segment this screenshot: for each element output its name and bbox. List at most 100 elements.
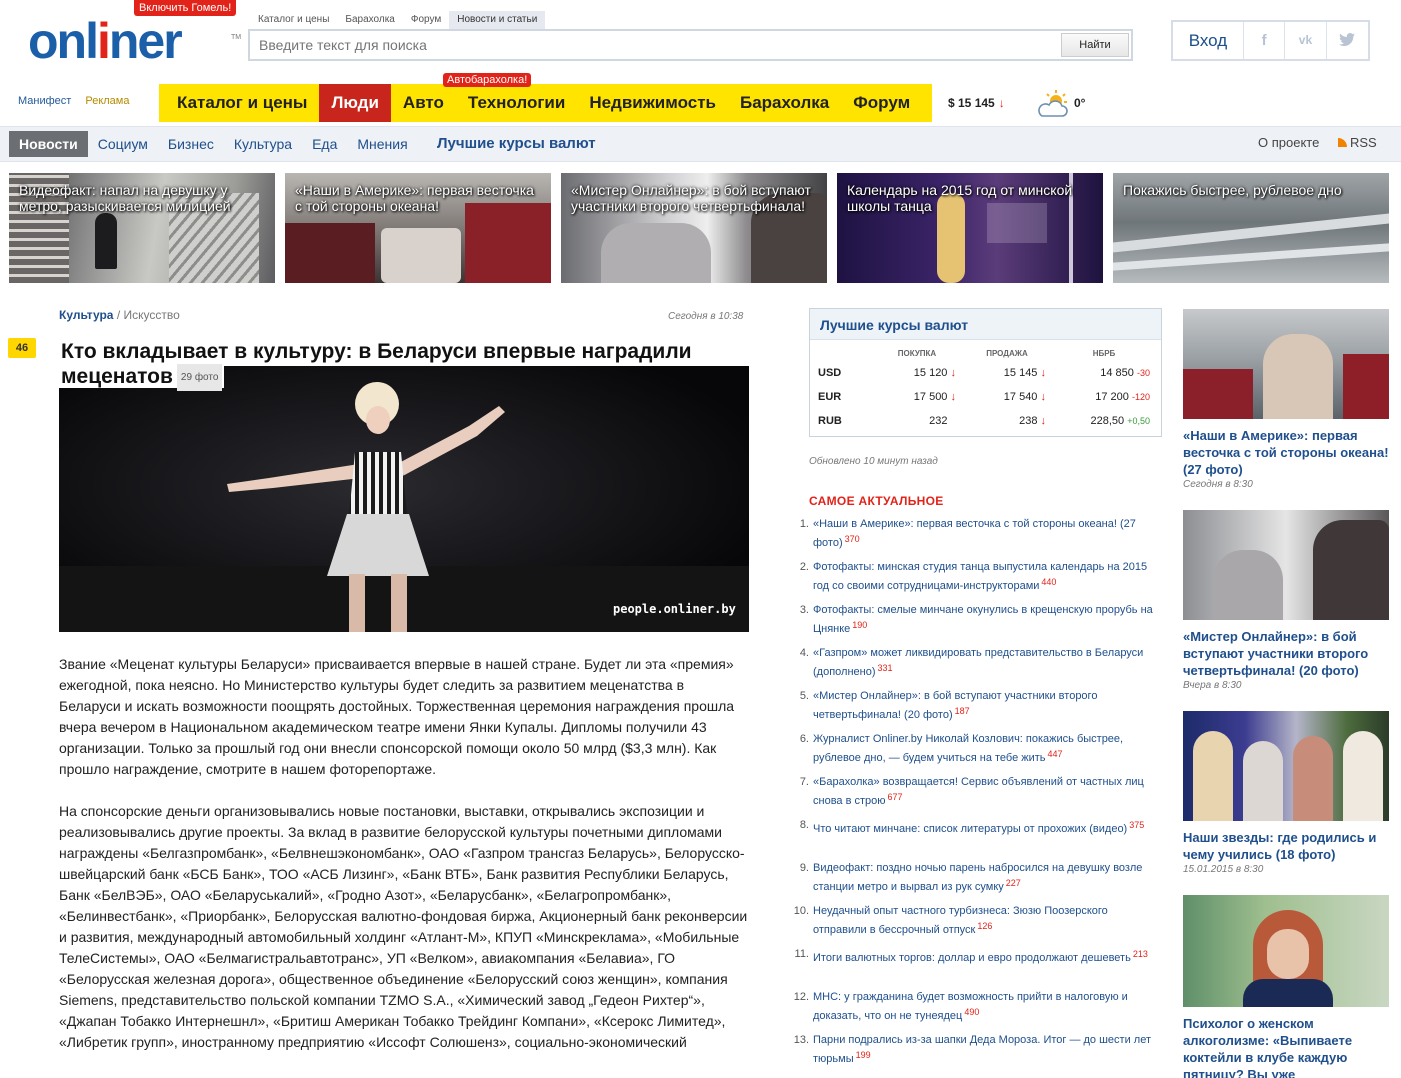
currency-row-rub: RUB 232 ↓ 238 ↓ 228,50 +0,50 xyxy=(818,415,1150,427)
side-story-3[interactable]: Наши звезды: где родились и чему учились… xyxy=(1183,711,1389,875)
tab-culture[interactable]: Культура xyxy=(224,131,302,157)
nav-people[interactable]: Люди xyxy=(319,84,391,122)
actual-item-text: Парни подрались из-за шапки Деда Мороза.… xyxy=(813,1034,1151,1065)
actual-item[interactable]: 7. «Барахолка» возвращается! Сервис объяв… xyxy=(793,775,1160,807)
nav-realty[interactable]: Недвижимость xyxy=(577,84,728,122)
nav-catalog[interactable]: Каталог и цены xyxy=(159,84,319,122)
rss-link[interactable]: RSS xyxy=(1338,135,1377,150)
news-nav: Новости Социум Бизнес Культура Еда Мнени… xyxy=(0,126,1401,162)
col-buy: ПОКУПКА xyxy=(897,348,937,358)
logo-wordmark: onliner xyxy=(28,13,183,69)
vk-icon[interactable]: vk xyxy=(1285,22,1327,59)
actual-item[interactable]: 6. Журналист Onliner.by Николай Козлович:… xyxy=(793,732,1160,764)
photo-count-badge[interactable]: 29 фото xyxy=(176,364,223,391)
actual-item-text: «Наши в Америке»: первая весточка с той … xyxy=(813,518,1136,549)
breadcrumb-section[interactable]: Культура xyxy=(59,308,113,322)
search-tabs: Каталог и цены Барахолка Форум Новости и… xyxy=(250,11,546,29)
onliner-logo[interactable]: onliner TM xyxy=(28,13,241,69)
tab-food[interactable]: Еда xyxy=(302,131,347,157)
actual-item-comments: 227 xyxy=(1005,878,1021,888)
side-story-2[interactable]: «Мистер Онлайнер»: в бой вступают участн… xyxy=(1183,510,1389,691)
actual-item-number: 8. xyxy=(799,819,809,831)
actual-item[interactable]: 2. Фотофакты: минская студия танца выпуст… xyxy=(793,560,1160,592)
article-paragraph-2: На спонсорские деньги организовывались н… xyxy=(59,803,748,1050)
actual-item-text: Что читают минчане: список литературы от… xyxy=(813,820,1145,835)
page: onliner TM Включить Гомель! Каталог и це… xyxy=(0,0,1401,1078)
article-paragraph-1: Звание «Меценат культуры Беларуси» присв… xyxy=(59,656,735,777)
tile-caption: «Наши в Америке»: первая весточка с той … xyxy=(295,182,534,214)
comments-count-badge[interactable]: 46 xyxy=(8,338,36,358)
cloudy-sun-icon[interactable] xyxy=(1036,88,1070,122)
side-story-1[interactable]: «Наши в Америке»: первая весточка с той … xyxy=(1183,309,1389,490)
side-story-4[interactable]: Психолог о женском алкоголизме: «Выпивае… xyxy=(1183,895,1389,1078)
tab-business[interactable]: Бизнес xyxy=(158,131,224,157)
article-hero-image[interactable] xyxy=(59,366,749,632)
tile-news-3[interactable]: «Мистер Онлайнер»: в бой вступают участн… xyxy=(561,173,827,283)
currency-row-usd: USD 15 120 ↓ 15 145 ↓ 14 850 -30 xyxy=(818,367,1150,379)
search-input[interactable] xyxy=(250,31,1062,59)
nav-forum[interactable]: Форум xyxy=(841,84,922,122)
ads-link[interactable]: Реклама xyxy=(85,95,129,107)
side-story-image xyxy=(1183,895,1389,1007)
twitter-icon[interactable] xyxy=(1327,22,1368,59)
actual-item[interactable]: 4. «Газпром» может ликвидировать представ… xyxy=(793,646,1160,678)
actual-item-number: 11. xyxy=(794,948,809,960)
actual-item-comments: 375 xyxy=(1129,820,1145,830)
tab-opinions[interactable]: Мнения xyxy=(347,131,417,157)
actual-item[interactable]: 1. «Наши в Америке»: первая весточка с то… xyxy=(793,517,1160,549)
tile-news-1[interactable]: Видеофакт: напал на девушку у метро, раз… xyxy=(9,173,275,283)
search-tab-baraholka[interactable]: Барахолка xyxy=(337,11,402,29)
manifest-link[interactable]: Манифест xyxy=(18,95,71,107)
temperature: 0° xyxy=(1074,96,1086,110)
actual-item-number: 1. xyxy=(799,518,809,530)
actual-item-number: 12. xyxy=(793,991,809,1003)
side-story-image xyxy=(1183,711,1389,821)
about-link[interactable]: О проекте xyxy=(1258,135,1319,150)
side-story-title: Психолог о женском алкоголизме: «Выпивае… xyxy=(1183,1016,1353,1078)
actual-item[interactable]: 10. Неудачный опыт частного турбизнеса: З… xyxy=(793,904,1160,936)
best-rates-link[interactable]: Лучшие курсы валют xyxy=(437,135,596,152)
tab-news[interactable]: Новости xyxy=(9,131,88,157)
login-button[interactable]: Вход xyxy=(1173,22,1244,59)
side-story-image xyxy=(1183,309,1389,419)
tile-caption: Покажись быстрее, рублевое дно xyxy=(1123,182,1342,198)
article-title-line1: Кто вкладывает в культуру: в Беларуси вп… xyxy=(59,340,694,363)
side-story-title: «Наши в Америке»: первая весточка с той … xyxy=(1183,428,1389,477)
tile-caption: Календарь на 2015 год от минской школы т… xyxy=(847,182,1073,214)
actual-item[interactable]: 11. Итоги валютных торгов: доллар и евро … xyxy=(793,947,1160,979)
actual-item-comments: 490 xyxy=(964,1007,980,1017)
actual-item[interactable]: 8. Что читают минчане: список литературы … xyxy=(793,818,1160,850)
search-tab-forum[interactable]: Форум xyxy=(403,11,449,29)
nav-avto[interactable]: Авто xyxy=(391,84,456,122)
gomel-badge[interactable]: Включить Гомель! xyxy=(134,0,237,16)
actual-item[interactable]: 9. Видеофакт: поздно ночью парень наброси… xyxy=(793,861,1160,893)
actual-item-comments: 677 xyxy=(887,792,903,802)
side-story-date: Вчера в 8:30 xyxy=(1183,680,1242,691)
search-tab-catalog[interactable]: Каталог и цены xyxy=(250,11,337,29)
actual-item-text: «Газпром» может ликвидировать представит… xyxy=(813,647,1144,678)
usd-rate[interactable]: $ 15 145 ↓ xyxy=(948,96,1005,110)
tile-news-2[interactable]: «Наши в Америке»: первая весточка с той … xyxy=(285,173,551,283)
search-button[interactable]: Найти xyxy=(1061,33,1129,57)
actual-item[interactable]: 3. Фотофакты: смелые минчане окунулись в … xyxy=(793,603,1160,635)
actual-item[interactable]: 13. Парни подрались из-за шапки Деда Моро… xyxy=(793,1033,1160,1065)
search-tab-news[interactable]: Новости и статьи xyxy=(449,11,546,29)
article-title-line2: меценатов 29 фото xyxy=(59,364,225,391)
actual-item[interactable]: 5. «Мистер Онлайнер»: в бой вступают учас… xyxy=(793,689,1160,721)
nav-tech[interactable]: Технологии xyxy=(456,84,577,122)
actual-item[interactable]: 12. МНС: у гражданина будет возможность п… xyxy=(793,990,1160,1022)
search-box: Найти xyxy=(248,29,1133,61)
logo-tm: TM xyxy=(231,34,242,41)
facebook-icon[interactable]: f xyxy=(1244,22,1286,59)
tile-news-5[interactable]: Покажись быстрее, рублевое дно xyxy=(1113,173,1389,283)
currency-title[interactable]: Лучшие курсы валют xyxy=(810,309,1161,340)
tile-news-4[interactable]: Календарь на 2015 год от минской школы т… xyxy=(837,173,1103,283)
actual-item-text: Итоги валютных торгов: доллар и евро про… xyxy=(813,949,1148,964)
tab-society[interactable]: Социум xyxy=(88,131,158,157)
actual-item-number: 9. xyxy=(799,862,809,874)
avtobaraholka-badge[interactable]: Автобарахолка! xyxy=(443,73,532,87)
rate-down-arrow: ↓ xyxy=(998,96,1005,110)
nav-baraholka[interactable]: Барахолка xyxy=(728,84,841,122)
actual-item-comments: 440 xyxy=(1041,577,1057,587)
breadcrumb-sub[interactable]: Искусство xyxy=(124,308,180,322)
